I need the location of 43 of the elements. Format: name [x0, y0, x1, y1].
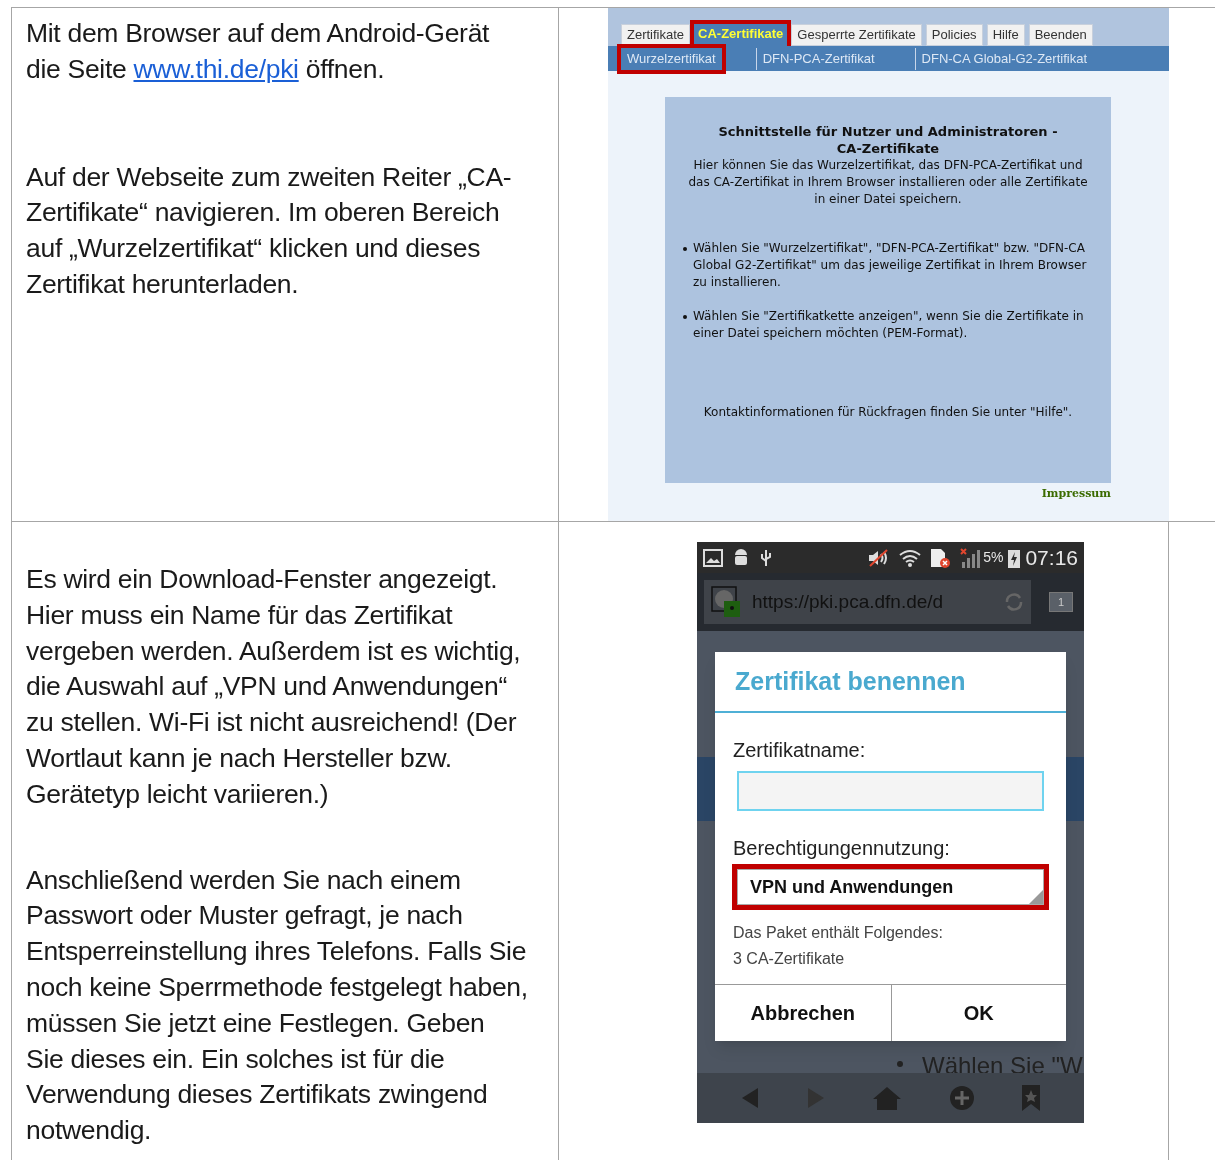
tab-count-button[interactable]: 1: [1049, 592, 1073, 612]
impressum-link[interactable]: Impressum: [1041, 486, 1111, 503]
field-label: Berechtigungennutzung:: [733, 836, 951, 861]
sim-card-error-icon: [929, 546, 952, 569]
clock-time: 07:16: [1025, 544, 1078, 571]
usb-icon: [759, 547, 773, 568]
bullet-text: Wählen Sie "Wurzelzertifikat", "DFN-PCA-Zertifikat" bzw. "DFN-CA Global G2-Zertifikat" um das jeweilige Zertifikat in Ihrem Browser zu installieren.: [693, 240, 1088, 291]
bullet-icon: [683, 315, 687, 319]
signal-bars-icon: [959, 546, 982, 569]
instruction-text: Auf der Webseite zum zweiten Reiter „CA-Zertifikate“ navigieren. Im oberen Bereich auf „Wurzelzertifikat“ klicken und dieses Zertifikat herunterladen.: [26, 160, 513, 301]
field-label: Zertifikatname:: [733, 738, 867, 763]
dropdown-corner-icon: [1029, 890, 1043, 904]
contact-text: Kontaktinformationen für Rückfragen finden Sie unter "Hilfe".: [702, 404, 1074, 421]
subnav-link[interactable]: DFN-CA Global-G2-Zertifikat: [914, 47, 1093, 70]
battery-percent: 5%: [983, 548, 1004, 567]
instruction-text: Mit dem Browser auf dem Android-Gerät die Seite www.thi.de/pki öffnen.: [26, 17, 491, 86]
dialog-button[interactable]: OK: [890, 985, 1066, 1041]
image-icon: [703, 548, 723, 567]
web-link[interactable]: www.thi.de/pki: [133, 53, 299, 84]
back-arrow-icon: [740, 1086, 761, 1110]
dialog-title: Zertifikat benennen: [715, 652, 1066, 713]
instruction-text: Es wird ein Download-Fenster angezeigt. Hier muss ein Name für das Zertifikat vergeben werden. Außerdem ist es wichtig, die Auswahl auf „VPN und Anwendungen“ zu stellen. Wi-Fi ist nicht ausreichend! (Der Wortlaut kann je nach Hersteller bzw. Gerätetyp leicht variieren.): [26, 563, 522, 811]
instruction-text: Anschließend werden Sie nach einem Passwort oder Muster gefragt, je nach Entsperreinstellung ihres Telefons. Falls Sie noch keine Sperrmethode festgelegt haben, müssen Sie jetzt eine Festlegen. Geben Sie dieses ein. Ein solches ist für die Verwendung dieses Zertifikats zwingend notwendig.: [26, 863, 528, 1148]
name-input[interactable]: [737, 771, 1044, 811]
nav-tab[interactable]: Beenden: [1028, 24, 1093, 46]
bullet-text: Wählen Sie "Zertifikatkette anzeigen", wenn Sie die Zertifikate in einer Datei speichern möchten (PEM-Format).: [693, 308, 1085, 342]
bullet-icon: [683, 247, 687, 251]
nav-tab[interactable]: Zertifikate: [621, 24, 691, 46]
info-text: 3 CA-Zertifikate: [733, 949, 846, 969]
plus-circle-icon: [948, 1085, 975, 1111]
dialog-button[interactable]: Abbrechen: [715, 985, 891, 1041]
panel-heading: Schnittstelle für Nutzer und Administratoren - CA-Zertifikate: [717, 123, 1059, 157]
nav-tab[interactable]: Policies: [925, 24, 983, 46]
info-text: Das Paket enthält Folgendes:: [733, 923, 944, 943]
nav-tab[interactable]: Hilfe: [986, 24, 1025, 46]
url-text: https://pki.pca.dfn.de/d: [752, 589, 945, 614]
bookmark-icon: [1020, 1084, 1041, 1112]
home-icon: [872, 1085, 903, 1111]
bullet-icon: [897, 1061, 903, 1067]
reload-icon: [1003, 591, 1025, 613]
nav-tab[interactable]: Gesperrte Zertifikate: [791, 24, 922, 46]
wifi-icon: [899, 548, 922, 567]
intro-text: Hier können Sie das Wurzelzertifikat, das DFN-PCA-Zertifikat und das CA-Zertifikat in Ihrem Browser installieren oder alle Zertifikate in einer Datei speichern.: [687, 157, 1089, 208]
